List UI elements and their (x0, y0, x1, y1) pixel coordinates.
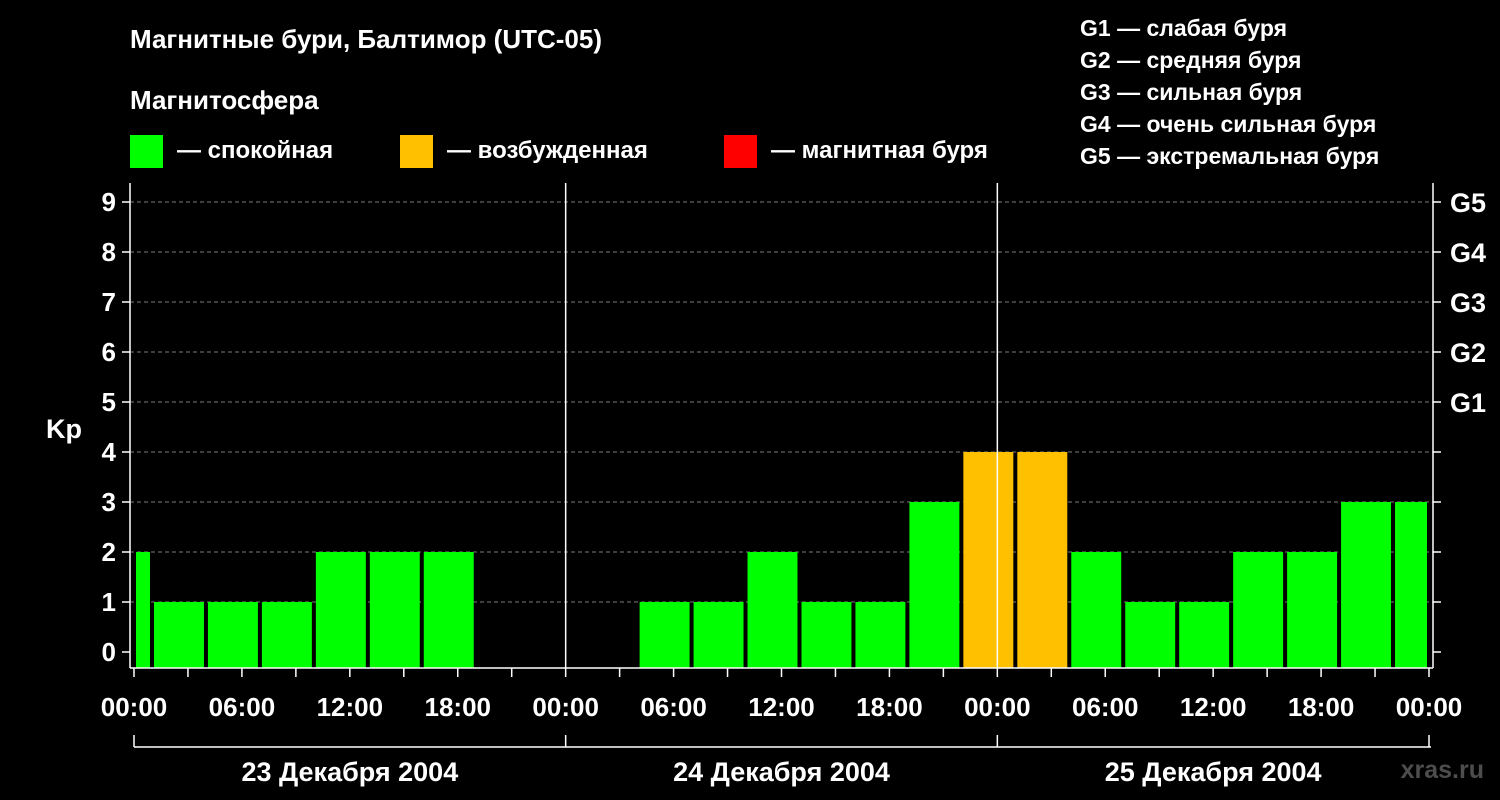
kp-bar (315, 552, 366, 668)
kp-bar (801, 602, 852, 668)
kp-bar (1179, 602, 1230, 668)
x-tick-label: 18:00 (856, 692, 923, 722)
x-tick-label: 12:00 (317, 692, 384, 722)
x-tick-label: 12:00 (1180, 692, 1247, 722)
kp-bar (1287, 552, 1338, 668)
legend-label-storm: — магнитная буря (771, 137, 988, 164)
legend-label-unsettled: — возбужденная (447, 137, 648, 164)
kp-bar (1233, 552, 1284, 668)
kp-bar (153, 602, 204, 668)
x-tick-label: 18:00 (1288, 692, 1355, 722)
kp-bar (855, 602, 906, 668)
g-legend-item: G5 — экстремальная буря (1080, 143, 1379, 169)
y-tick-label: 8 (102, 237, 116, 267)
day-label: 25 Декабря 2004 (1105, 757, 1322, 787)
y-tick-label: 4 (102, 437, 117, 467)
kp-bar (423, 552, 474, 668)
kp-bar (639, 602, 690, 668)
y-axis-title: Kp (46, 414, 82, 444)
watermark: xras.ru (1401, 756, 1484, 784)
x-tick-label: 00:00 (101, 692, 168, 722)
kp-bar (1071, 552, 1122, 668)
g-level-label: G2 (1450, 338, 1486, 368)
g-legend-item: G1 — слабая буря (1080, 15, 1287, 41)
y-tick-label: 9 (102, 187, 116, 217)
x-tick-label: 00:00 (1396, 692, 1463, 722)
kp-bar (1395, 502, 1427, 668)
legend-swatch-unsettled (400, 135, 433, 168)
x-tick-label: 12:00 (748, 692, 815, 722)
grid-lines (130, 201, 1433, 603)
y-tick-label: 0 (102, 637, 116, 667)
x-tick-label: 00:00 (532, 692, 599, 722)
g-legend-item: G2 — средняя буря (1080, 47, 1301, 73)
day-label: 24 Декабря 2004 (673, 757, 890, 787)
y-tick-label: 2 (102, 537, 116, 567)
g-level-label: G1 (1450, 388, 1486, 418)
kp-bar (963, 452, 1014, 668)
x-tick-label: 06:00 (209, 692, 276, 722)
legend-swatch-quiet (130, 135, 163, 168)
g-level-label: G5 (1450, 188, 1486, 218)
x-tick-label: 18:00 (425, 692, 492, 722)
kp-bar (261, 602, 312, 668)
kp-chart: Магнитные бури, Балтимор (UTC-05) Магнит… (46, 15, 1486, 787)
legend-swatch-storm (724, 135, 757, 168)
kp-bar (693, 602, 744, 668)
kp-bar (1017, 452, 1068, 668)
x-tick-label: 06:00 (640, 692, 707, 722)
day-label: 23 Декабря 2004 (241, 757, 458, 787)
axis-labels: 0 1 2 3 4 5 6 7 8 9 G1 G2 G3 G4 G5 00:00 06:00 12:00 18:00… (101, 187, 1486, 787)
x-tick-label: 00:00 (964, 692, 1031, 722)
bars (136, 452, 1427, 668)
chart-title: Магнитные бури, Балтимор (UTC-05) (130, 24, 602, 54)
kp-bar (1341, 502, 1392, 668)
y-tick-label: 7 (102, 287, 116, 317)
kp-bar (136, 552, 150, 668)
kp-bar (747, 552, 798, 668)
magnetosphere-label: Магнитосфера (130, 85, 319, 115)
legend-label-quiet: — спокойная (177, 137, 333, 164)
g-level-label: G3 (1450, 288, 1486, 318)
y-tick-label: 6 (102, 337, 116, 367)
kp-bar (369, 552, 420, 668)
g-legend-item: G4 — очень сильная буря (1080, 111, 1376, 137)
x-tick-label: 06:00 (1072, 692, 1139, 722)
kp-bar (207, 602, 258, 668)
y-tick-label: 3 (102, 487, 116, 517)
y-tick-label: 5 (102, 387, 116, 417)
g-legend-item: G3 — сильная буря (1080, 79, 1302, 105)
y-tick-label: 1 (102, 587, 116, 617)
kp-bar (1125, 602, 1176, 668)
g-level-label: G4 (1450, 238, 1486, 268)
kp-bar (909, 502, 960, 668)
